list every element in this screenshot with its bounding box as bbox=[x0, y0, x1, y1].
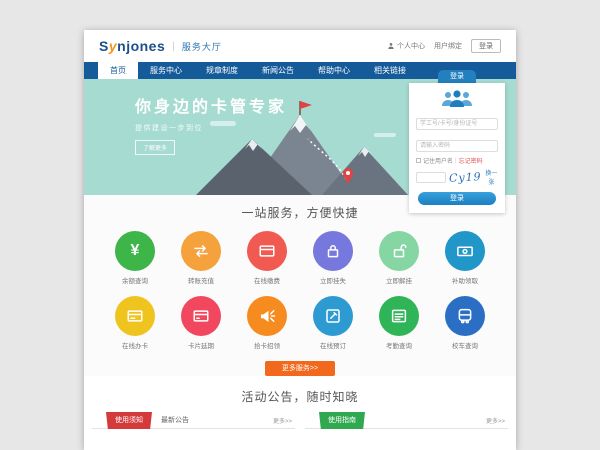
guide-panel-body bbox=[305, 429, 508, 450]
nav-tab[interactable]: 帮助中心 bbox=[306, 62, 362, 79]
header-link-label: 个人中心 bbox=[397, 41, 425, 51]
guide-panel: 使用指南 更多>> bbox=[305, 412, 508, 450]
header-link[interactable]: 个人中心 bbox=[387, 41, 425, 51]
unlock-icon bbox=[379, 231, 419, 271]
guide-panel-header: 使用指南 更多>> bbox=[305, 412, 508, 429]
remember-checkbox[interactable] bbox=[416, 158, 421, 163]
hero-subtitle: 提供建设一步到位 bbox=[135, 123, 287, 133]
service-label: 拾卡招领 bbox=[234, 340, 300, 350]
services-section: 一站服务，方便快捷 ¥余额查询转账充值在线缴费立即挂失立即解挂补助领取在线办卡卡… bbox=[84, 195, 516, 376]
edit-icon bbox=[313, 296, 353, 336]
service-item[interactable]: 立即解挂 bbox=[366, 231, 432, 285]
login-submit-button[interactable]: 登录 bbox=[418, 192, 496, 205]
header-link[interactable]: 用户绑定 bbox=[434, 41, 462, 51]
service-item[interactable]: ¥ 余额查询 bbox=[102, 231, 168, 285]
remember-label: 记住用户名 bbox=[423, 156, 453, 165]
logo-accent: y bbox=[109, 38, 117, 54]
card-pay-icon bbox=[247, 231, 287, 271]
notice-panel: 使用须知 最新公告 更多>> bbox=[92, 412, 295, 450]
guide-more-link[interactable]: 更多>> bbox=[486, 416, 505, 428]
header-link-label: 用户绑定 bbox=[434, 41, 462, 51]
service-label: 在线办卡 bbox=[102, 340, 168, 350]
header-links-slot: 个人中心用户绑定 bbox=[387, 41, 462, 51]
logo-text: Synjones bbox=[99, 38, 165, 54]
announcements-section: 活动公告，随时知晓 使用须知 最新公告 更多>> 使用指南 更多>> bbox=[84, 376, 516, 450]
nav-tab[interactable]: 规章制度 bbox=[194, 62, 250, 79]
service-label: 立即挂失 bbox=[300, 275, 366, 285]
more-services-button[interactable]: 更多服务>> bbox=[265, 361, 335, 376]
captcha-input[interactable] bbox=[416, 172, 446, 183]
options-separator: | bbox=[455, 158, 457, 164]
page-container: Synjones | 服务大厅 个人中心用户绑定 登录 首页服务中心规章制度新闻… bbox=[84, 30, 516, 450]
latest-announcements-tab[interactable]: 最新公告 bbox=[161, 415, 189, 428]
login-options-row: 记住用户名 | 忘记密码 bbox=[416, 156, 498, 165]
service-item[interactable]: 在线预订 bbox=[300, 296, 366, 350]
service-item[interactable]: 在线办卡 bbox=[102, 296, 168, 350]
service-item[interactable]: 拾卡招领 bbox=[234, 296, 300, 350]
captcha-row: Cy19 换一张 bbox=[416, 168, 498, 186]
hero-cta-button[interactable]: 了解更多 bbox=[135, 140, 175, 155]
banknote-icon bbox=[445, 231, 485, 271]
password-input[interactable] bbox=[416, 140, 498, 152]
service-item[interactable]: 转账充值 bbox=[168, 231, 234, 285]
service-item[interactable]: 在线缴费 bbox=[234, 231, 300, 285]
service-label: 在线缴费 bbox=[234, 275, 300, 285]
service-label: 补助领取 bbox=[432, 275, 498, 285]
announcements-title: 活动公告，随时知晓 bbox=[84, 388, 516, 405]
notice-panel-body bbox=[92, 429, 295, 450]
usage-notice-ribbon[interactable]: 使用须知 bbox=[106, 412, 152, 429]
notice-panel-header: 使用须知 最新公告 更多>> bbox=[92, 412, 295, 429]
service-label: 校车查询 bbox=[432, 340, 498, 350]
service-label: 转账充值 bbox=[168, 275, 234, 285]
desktop-canvas: { "header": { "logo": { "prefix": "S", "… bbox=[0, 0, 600, 450]
service-item[interactable]: 考勤查询 bbox=[366, 296, 432, 350]
service-label: 立即解挂 bbox=[366, 275, 432, 285]
yuan-icon: ¥ bbox=[115, 231, 155, 271]
card-new-icon bbox=[115, 296, 155, 336]
transfer-icon bbox=[181, 231, 221, 271]
captcha-refresh-link[interactable]: 换一张 bbox=[485, 168, 498, 186]
service-item[interactable]: 校车查询 bbox=[432, 296, 498, 350]
services-grid: ¥ 余额查询转账充值在线缴费立即挂失立即解挂补助领取在线办卡卡片延期拾卡招领在线预… bbox=[84, 221, 516, 350]
forgot-password-link[interactable]: 忘记密码 bbox=[459, 156, 483, 165]
nav-tab[interactable]: 服务中心 bbox=[138, 62, 194, 79]
service-label: 卡片延期 bbox=[168, 340, 234, 350]
username-input[interactable] bbox=[416, 118, 498, 130]
service-label: 考勤查询 bbox=[366, 340, 432, 350]
service-item[interactable]: 立即挂失 bbox=[300, 231, 366, 285]
header-links: 个人中心用户绑定 登录 bbox=[387, 39, 501, 53]
logo-divider: | bbox=[172, 41, 175, 52]
bus-icon bbox=[445, 296, 485, 336]
header-login-button[interactable]: 登录 bbox=[471, 39, 501, 53]
nav-tab[interactable]: 新闻公告 bbox=[250, 62, 306, 79]
service-item[interactable]: 补助领取 bbox=[432, 231, 498, 285]
users-icon bbox=[437, 89, 477, 108]
login-panel: 登录 记住用户名 | 忘记密码 Cy19 换一张 登录 bbox=[409, 70, 505, 213]
hero-headline: 你身边的卡管专家 bbox=[135, 93, 287, 117]
login-tab[interactable]: 登录 bbox=[438, 70, 476, 83]
user-guide-ribbon[interactable]: 使用指南 bbox=[319, 412, 365, 429]
login-form: 记住用户名 | 忘记密码 Cy19 换一张 登录 bbox=[409, 83, 505, 213]
card-renew-icon bbox=[181, 296, 221, 336]
captcha-image[interactable]: Cy19 bbox=[449, 170, 482, 185]
service-label: 在线预订 bbox=[300, 340, 366, 350]
service-label: 余额查询 bbox=[102, 275, 168, 285]
site-name: 服务大厅 bbox=[182, 40, 222, 53]
site-header: Synjones | 服务大厅 个人中心用户绑定 登录 bbox=[84, 30, 516, 62]
attendance-icon bbox=[379, 296, 419, 336]
notice-more-link[interactable]: 更多>> bbox=[273, 416, 292, 428]
announcement-panels: 使用须知 最新公告 更多>> 使用指南 更多>> bbox=[84, 405, 516, 450]
hero-copy: 你身边的卡管专家 提供建设一步到位 了解更多 bbox=[135, 93, 287, 155]
service-item[interactable]: 卡片延期 bbox=[168, 296, 234, 350]
person-icon bbox=[387, 42, 395, 50]
nav-tab[interactable]: 首页 bbox=[98, 62, 138, 79]
lock-icon bbox=[313, 231, 353, 271]
megaphone-icon bbox=[247, 296, 287, 336]
logo[interactable]: Synjones | 服务大厅 bbox=[99, 38, 222, 54]
